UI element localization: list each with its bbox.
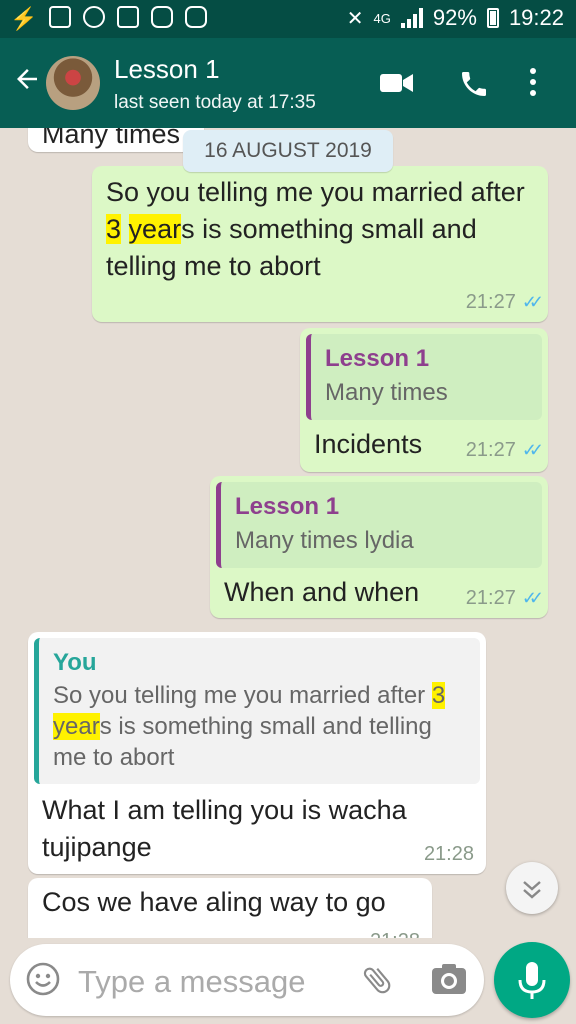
message-time: 21:27 ✓✓ [465,587,544,609]
instagram-icon [185,6,208,28]
status-bar: ⚡ ✕ 4G 92% 19:22 [0,0,576,38]
flash-icon: ⚡ [10,6,38,31]
quoted-sender: Lesson 1 [235,493,340,520]
mute-icon: ✕ [346,7,364,30]
contact-name[interactable]: Lesson 1 [114,54,220,85]
chat-header: Lesson 1 last seen today at 17:35 [0,38,576,128]
double-check-icon: ✓✓ [521,292,544,312]
message-text: Many times [42,128,181,149]
notification-icons: ⚡ [10,6,208,32]
system-indicators: ✕ 4G 92% 19:22 [347,5,564,31]
message-input-bar: Type a message [10,944,484,1016]
quoted-message[interactable]: You So you telling me you married after … [34,638,480,784]
message-bubble-incoming[interactable]: Many times [28,128,204,152]
message-bubble-outgoing[interactable]: Lesson 1 Many times Incidents 21:27 ✓✓ [300,328,548,472]
battery-icon [486,8,499,28]
cloud-icon [83,6,106,28]
message-text: Cos we have aling way to go [42,887,386,917]
youtube-icon [49,6,72,28]
instagram-icon [151,6,174,28]
phone-icon[interactable] [458,68,490,100]
camera-icon[interactable] [430,962,468,998]
message-text: So you telling me you married after 3 ye… [106,177,525,281]
date-chip: 16 AUGUST 2019 [183,130,393,172]
quoted-message[interactable]: Lesson 1 Many times [306,334,542,420]
message-time: 21:28 [423,843,474,865]
network-type: 4G [373,10,391,26]
scroll-down-icon[interactable] [506,862,558,914]
message-text: Incidents [314,429,423,459]
battery-percentage: 92% [432,5,477,30]
message-bubble-outgoing[interactable]: So you telling me you married after 3 ye… [92,166,548,322]
back-arrow-icon[interactable] [12,64,42,100]
message-text: When and when [224,577,420,607]
double-check-icon: ✓✓ [521,440,544,460]
quoted-sender: You [53,649,97,676]
message-bubble-incoming[interactable]: You So you telling me you married after … [28,632,486,874]
double-check-icon: ✓✓ [521,588,544,608]
message-text: What I am telling you is wacha tujipange [42,795,407,862]
emoji-icon[interactable] [26,962,60,996]
quoted-text: So you telling me you married after 3 ye… [53,682,446,771]
gallery-icon [117,6,140,28]
message-bubble-outgoing[interactable]: Lesson 1 Many times lydia When and when … [210,476,548,618]
quoted-text: Many times lydia [235,527,414,554]
message-time: 21:27 ✓✓ [465,439,544,461]
message-list[interactable]: Many times So you telling me you married… [0,128,576,938]
message-time: 21:27 ✓✓ [465,291,544,313]
message-bubble-incoming[interactable]: Cos we have aling way to go 21:28 [28,878,432,938]
video-call-icon[interactable] [380,72,414,94]
quoted-text: Many times [325,379,448,406]
quoted-sender: Lesson 1 [325,345,430,372]
message-input[interactable]: Type a message [78,964,305,1000]
signal-icon [400,8,423,28]
mic-icon[interactable] [494,942,570,1018]
message-time: 21:28 [370,930,420,938]
quoted-message[interactable]: Lesson 1 Many times lydia [216,482,542,568]
more-options-icon[interactable] [530,68,538,98]
attach-icon[interactable] [360,962,394,998]
avatar[interactable] [46,56,100,110]
last-seen: last seen today at 17:35 [114,92,316,113]
clock: 19:22 [508,5,564,30]
